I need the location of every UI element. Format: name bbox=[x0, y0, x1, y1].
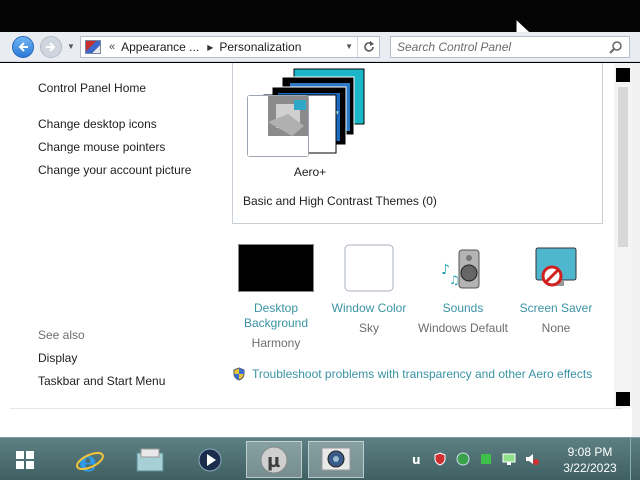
taskbar-control-panel[interactable] bbox=[308, 441, 364, 478]
back-button[interactable] bbox=[12, 36, 34, 58]
address-bar[interactable]: « Appearance ... ▶ Personalization ▼ bbox=[80, 36, 380, 58]
clock-time: 9:08 PM bbox=[567, 445, 613, 459]
search-box[interactable] bbox=[390, 36, 630, 58]
taskbar: e µ u 9:08 PM 3/22/2023 bbox=[0, 437, 640, 480]
sounds-icon: ♪ ♫ bbox=[441, 249, 480, 289]
taskbar-file-explorer[interactable] bbox=[122, 441, 178, 478]
navigation-bar: ▼ « Appearance ... ▶ Personalization ▼ bbox=[0, 32, 640, 62]
taskbar-start-menu-link[interactable]: Taskbar and Start Menu bbox=[38, 374, 165, 388]
desktop-background-icon bbox=[238, 244, 314, 292]
recent-pages-dropdown[interactable]: ▼ bbox=[67, 42, 75, 51]
left-pane: Control Panel Home Change desktop icons … bbox=[0, 63, 225, 437]
tile-title[interactable]: Window Color bbox=[321, 301, 417, 316]
tile-value: None bbox=[541, 321, 571, 335]
screen-saver-tile[interactable]: Screen Saver None bbox=[508, 244, 604, 336]
sounds-tile[interactable]: ♪ ♫ Sounds Windows Default bbox=[415, 244, 511, 336]
taskbar-clock[interactable]: 9:08 PM 3/22/2023 bbox=[560, 444, 620, 476]
shield-icon bbox=[233, 367, 245, 381]
tile-title-line2[interactable]: Background bbox=[228, 316, 324, 331]
breadcrumb-personalization[interactable]: Personalization bbox=[219, 40, 301, 54]
personalization-content: Control Panel Home Change desktop icons … bbox=[0, 63, 632, 437]
change-desktop-icons-link[interactable]: Change desktop icons bbox=[38, 117, 157, 131]
svg-text:µ: µ bbox=[267, 451, 280, 472]
control-panel-icon bbox=[85, 40, 101, 54]
utorrent-tray-icon[interactable]: u bbox=[410, 452, 424, 466]
system-tray: u bbox=[410, 452, 539, 466]
network-globe-icon[interactable] bbox=[456, 452, 470, 466]
tile-title[interactable]: Desktop bbox=[228, 301, 324, 316]
display-link[interactable]: Display bbox=[38, 351, 77, 365]
tile-title[interactable]: Sounds bbox=[415, 301, 511, 316]
utorrent-icon: µ bbox=[260, 446, 288, 473]
basic-high-contrast-themes-heading[interactable]: Basic and High Contrast Themes (0) bbox=[243, 194, 437, 208]
theme-wallpaper-icon bbox=[248, 96, 308, 156]
refresh-button[interactable] bbox=[357, 37, 379, 57]
address-dropdown-icon[interactable]: ▼ bbox=[345, 42, 353, 51]
forward-arrow-icon bbox=[46, 42, 56, 52]
green-app-icon[interactable] bbox=[479, 452, 493, 466]
scroll-up-button[interactable] bbox=[616, 68, 630, 82]
start-button[interactable] bbox=[0, 441, 50, 478]
windows-start-icon bbox=[16, 450, 34, 469]
window-right-border bbox=[632, 63, 640, 437]
theme-name-label[interactable]: Aero+ bbox=[278, 165, 342, 179]
taskbar-internet-explorer[interactable]: e bbox=[62, 441, 118, 478]
forward-button[interactable] bbox=[40, 36, 62, 58]
svg-text:u: u bbox=[412, 453, 421, 466]
show-desktop-button[interactable] bbox=[630, 438, 640, 480]
display-monitor-icon[interactable] bbox=[502, 452, 516, 466]
vertical-scrollbar[interactable] bbox=[614, 63, 632, 408]
search-input[interactable] bbox=[391, 37, 596, 57]
window-title-bar bbox=[0, 0, 640, 32]
file-explorer-icon bbox=[136, 448, 164, 471]
taskbar-utorrent[interactable]: µ bbox=[246, 441, 302, 478]
control-panel-home-link[interactable]: Control Panel Home bbox=[38, 81, 146, 95]
horizontal-divider bbox=[10, 408, 622, 409]
refresh-icon bbox=[363, 41, 374, 52]
taskbar-media-player[interactable] bbox=[182, 441, 238, 478]
window-color-icon bbox=[344, 244, 394, 292]
control-panel-icon bbox=[321, 447, 351, 470]
tile-value: Sky bbox=[358, 321, 379, 335]
tile-value: Harmony bbox=[251, 336, 301, 350]
window-color-tile[interactable]: Window Color Sky bbox=[321, 244, 417, 336]
desktop-background-tile[interactable]: Desktop Background Harmony bbox=[228, 244, 324, 351]
media-player-icon bbox=[198, 448, 222, 471]
see-also-heading: See also bbox=[38, 328, 85, 342]
svg-text:♫: ♫ bbox=[449, 273, 460, 287]
breadcrumb-appearance[interactable]: Appearance ... bbox=[121, 40, 199, 54]
theme-thumbnail[interactable] bbox=[247, 95, 309, 157]
internet-explorer-icon: e bbox=[76, 445, 104, 475]
tile-value: Windows Default bbox=[417, 321, 509, 335]
volume-muted-icon[interactable] bbox=[525, 452, 539, 466]
tile-title[interactable]: Screen Saver bbox=[508, 301, 604, 316]
clock-date: 3/22/2023 bbox=[563, 461, 617, 475]
change-account-picture-link[interactable]: Change your account picture bbox=[38, 163, 191, 177]
screen-saver-icon bbox=[535, 247, 577, 287]
scroll-thumb[interactable] bbox=[618, 87, 628, 247]
troubleshoot-row: Troubleshoot problems with transparency … bbox=[232, 367, 592, 381]
back-arrow-icon bbox=[18, 42, 28, 52]
troubleshoot-link[interactable]: Troubleshoot problems with transparency … bbox=[252, 367, 592, 381]
breadcrumb-overflow[interactable]: « bbox=[109, 41, 115, 53]
security-shield-icon[interactable] bbox=[433, 452, 447, 466]
change-mouse-pointers-link[interactable]: Change mouse pointers bbox=[38, 140, 165, 154]
scroll-down-button[interactable] bbox=[616, 392, 630, 406]
search-icon[interactable] bbox=[609, 40, 623, 54]
chevron-right-icon[interactable]: ▶ bbox=[207, 43, 213, 52]
